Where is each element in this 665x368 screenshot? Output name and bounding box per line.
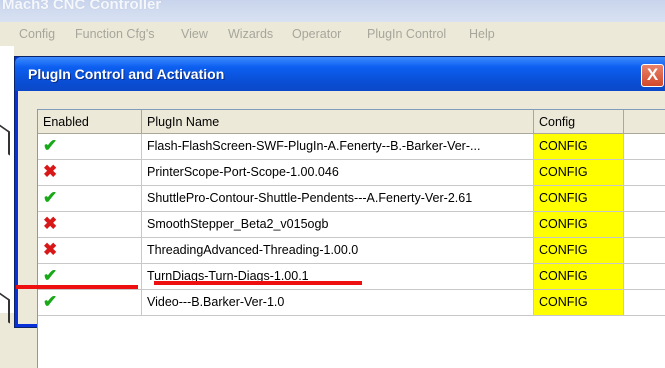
config-button[interactable]: CONFIG <box>534 186 624 212</box>
plugin-name-cell: Flash-FlashScreen-SWF-PlugIn-A.Fenerty--… <box>142 134 534 160</box>
row-filler <box>624 264 665 290</box>
plugin-name-cell: PrinterScope-Port-Scope-1.00.046 <box>142 160 534 186</box>
dialog-titlebar: PlugIn Control and Activation X <box>15 57 665 91</box>
menu-wizards[interactable]: Wizards <box>228 27 273 41</box>
header-plugin-name[interactable]: PlugIn Name <box>142 110 534 134</box>
config-button[interactable]: CONFIG <box>534 290 624 316</box>
config-button[interactable]: CONFIG <box>534 264 624 290</box>
config-button[interactable]: CONFIG <box>534 212 624 238</box>
table-row[interactable]: ✔ ShuttlePro-Contour-Shuttle-Pendents---A… <box>38 186 665 212</box>
config-button[interactable]: CONFIG <box>534 134 624 160</box>
table-row[interactable]: ✖ PrinterScope-Port-Scope-1.00.046 CONFIG <box>38 160 665 186</box>
config-button[interactable]: CONFIG <box>534 160 624 186</box>
plugin-name-cell: ThreadingAdvanced-Threading-1.00.0 <box>142 238 534 264</box>
menu-bar: Config Function Cfg's View Wizards Opera… <box>0 22 665 46</box>
row-filler <box>624 290 665 316</box>
row-filler <box>624 212 665 238</box>
table-row[interactable]: ✖ SmoothStepper_Beta2_v015ogb CONFIG <box>38 212 665 238</box>
enabled-cell[interactable]: ✖ <box>38 160 142 186</box>
menu-config[interactable]: Config <box>19 27 55 41</box>
enabled-cell[interactable]: ✖ <box>38 212 142 238</box>
config-button[interactable]: CONFIG <box>534 238 624 264</box>
app-title: Mach3 CNC Controller <box>2 0 162 13</box>
dialog-title: PlugIn Control and Activation <box>28 66 225 82</box>
enabled-cell[interactable]: ✔ <box>38 290 142 316</box>
background-mark <box>0 288 10 324</box>
row-filler <box>624 186 665 212</box>
menu-view[interactable]: View <box>181 27 208 41</box>
enabled-cell[interactable]: ✔ <box>38 186 142 212</box>
plugin-name-cell: Video---B.Barker-Ver-1.0 <box>142 290 534 316</box>
annotation-underline <box>16 285 138 289</box>
check-icon[interactable]: ✔ <box>43 266 57 285</box>
plugin-name-cell: ShuttlePro-Contour-Shuttle-Pendents---A.… <box>142 186 534 212</box>
menu-plugin-control[interactable]: PlugIn Control <box>367 27 446 41</box>
app-titlebar: Mach3 CNC Controller <box>0 0 665 22</box>
row-filler <box>624 160 665 186</box>
plugin-name-cell: SmoothStepper_Beta2_v015ogb <box>142 212 534 238</box>
table-row[interactable]: ✖ ThreadingAdvanced-Threading-1.00.0 CONFI… <box>38 238 665 264</box>
header-filler <box>624 110 665 134</box>
annotation-underline <box>154 281 362 285</box>
check-icon[interactable]: ✔ <box>43 136 57 155</box>
menu-function-cfgs[interactable]: Function Cfg's <box>75 27 155 41</box>
x-icon[interactable]: ✖ <box>43 214 57 233</box>
row-filler <box>624 134 665 160</box>
x-icon[interactable]: ✖ <box>43 162 57 181</box>
menu-help[interactable]: Help <box>469 27 495 41</box>
background-mark <box>0 120 10 156</box>
enabled-cell[interactable]: ✖ <box>38 238 142 264</box>
check-icon[interactable]: ✔ <box>43 188 57 207</box>
menu-operator[interactable]: Operator <box>292 27 341 41</box>
background-panel <box>0 46 14 324</box>
header-config[interactable]: Config <box>534 110 624 134</box>
table-row[interactable]: ✔ Flash-FlashScreen-SWF-PlugIn-A.Fenerty-… <box>38 134 665 160</box>
plugin-table: Enabled PlugIn Name Config ✔ Flash-FlashS… <box>37 109 665 368</box>
table-header: Enabled PlugIn Name Config <box>38 110 665 134</box>
table-row[interactable]: ✔ Video---B.Barker-Ver-1.0 CONFIG <box>38 290 665 316</box>
enabled-cell[interactable]: ✔ <box>38 134 142 160</box>
plugin-name-cell: TurnDiags-Turn-Diags-1.00.1 <box>142 264 534 290</box>
close-button[interactable]: X <box>641 64 664 87</box>
x-icon[interactable]: ✖ <box>43 240 57 259</box>
row-filler <box>624 238 665 264</box>
header-enabled[interactable]: Enabled <box>38 110 142 134</box>
check-icon[interactable]: ✔ <box>43 292 57 311</box>
